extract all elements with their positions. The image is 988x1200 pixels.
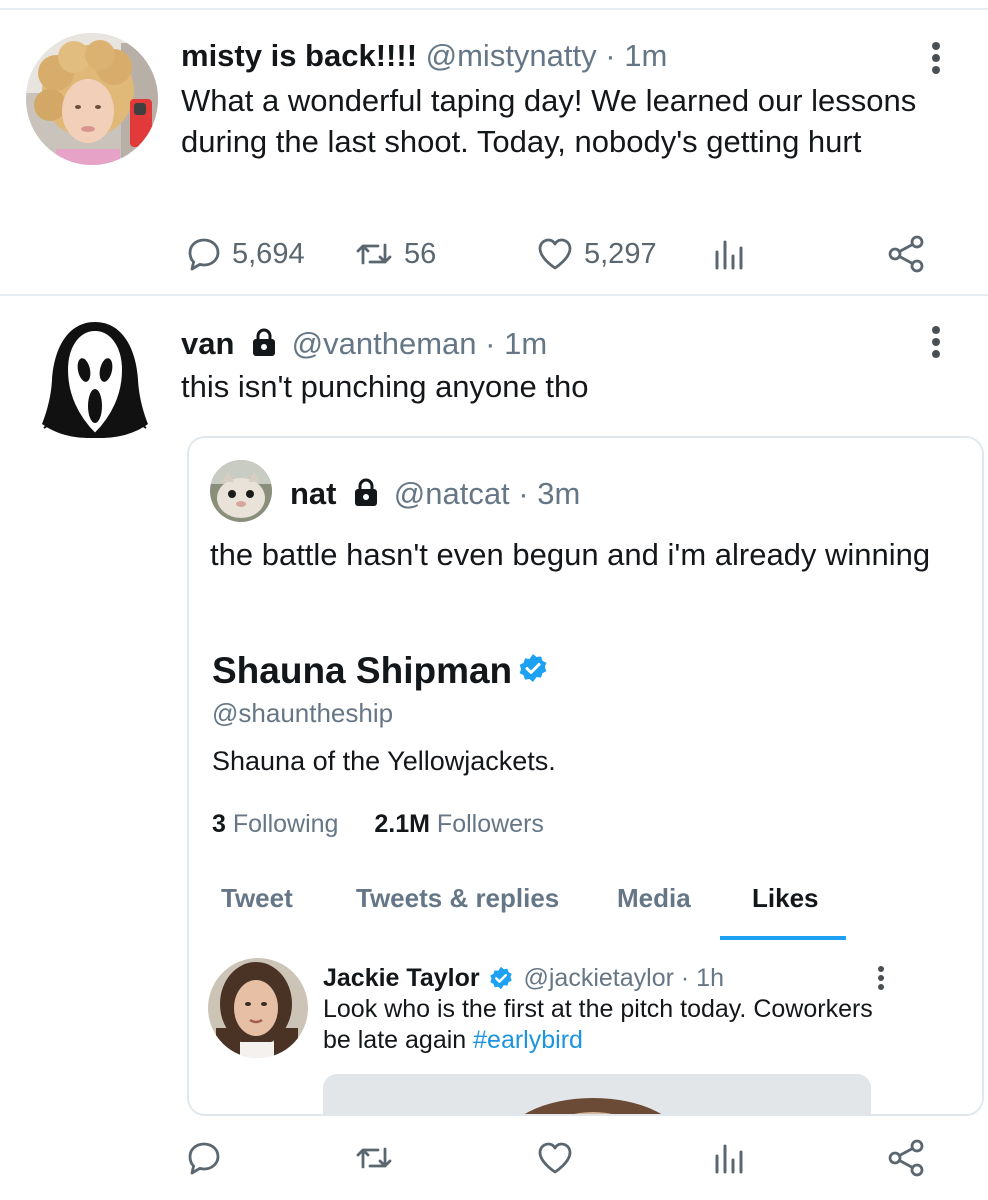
reply-button[interactable]: 5,694	[186, 232, 305, 276]
retweet-count: 56	[404, 237, 437, 270]
share-icon	[886, 1138, 926, 1178]
retweet-button[interactable]: 56	[354, 232, 436, 276]
tweet-text: What a wonderful taping day! We learned …	[181, 83, 917, 159]
retweet-button[interactable]	[354, 1136, 394, 1180]
avatar	[208, 958, 308, 1058]
liked-tweet-body: Look who is the first at the pitch today…	[323, 995, 873, 1054]
profile-bio: Shauna of the Yellowjackets.	[212, 746, 556, 776]
analytics-button[interactable]	[712, 1136, 746, 1180]
tweet-actions: 5,694 56 5,297	[0, 232, 988, 276]
timestamp[interactable]: 1m	[504, 326, 547, 361]
handle[interactable]: @vantheman	[292, 326, 477, 361]
profile-name: Shauna Shipman	[212, 650, 513, 691]
handle[interactable]: @natcat	[394, 476, 510, 511]
avatar[interactable]	[26, 33, 158, 165]
tweet[interactable]: van @vantheman · 1m this isn't punching …	[0, 296, 988, 1200]
tab-tweet: Tweet	[221, 883, 293, 913]
display-name[interactable]: nat	[290, 476, 337, 511]
following-count: 3	[212, 810, 226, 838]
share-button[interactable]	[886, 232, 926, 276]
share-button[interactable]	[886, 1136, 926, 1180]
heart-icon	[536, 1140, 574, 1176]
analytics-button[interactable]	[712, 232, 746, 276]
more-options-icon[interactable]	[930, 42, 942, 78]
tweet-header: misty is back!!!! @mistynatty · 1m	[181, 36, 667, 76]
retweet-icon	[354, 1140, 394, 1176]
display-name[interactable]: misty is back!!!!	[181, 38, 417, 73]
like-button[interactable]	[536, 1136, 574, 1180]
timestamp[interactable]: 3m	[537, 476, 580, 511]
quoted-tweet-text: the battle hasn't even begun and i'm alr…	[210, 537, 931, 572]
analytics-icon	[712, 1140, 746, 1176]
handle: @jackietaylor	[523, 964, 674, 992]
lock-icon	[351, 477, 381, 517]
handle[interactable]: @mistynatty	[426, 38, 597, 73]
tweet[interactable]: misty is back!!!! @mistynatty · 1m What …	[0, 10, 988, 294]
tweet-actions	[0, 1136, 988, 1180]
tab-likes: Likes	[752, 883, 819, 913]
verified-badge-icon	[518, 648, 548, 694]
tweet-header: van @vantheman · 1m	[181, 324, 547, 367]
avatar[interactable]	[40, 318, 150, 442]
quoted-tweet-card[interactable]: nat @natcat · 3m the battle hasn't even …	[187, 436, 984, 1116]
share-icon	[886, 234, 926, 274]
followers-label: Followers	[436, 810, 544, 838]
analytics-icon	[712, 236, 746, 272]
separator-dot: ·	[518, 476, 529, 511]
liked-tweet-text: Look who is the first at the pitch today…	[323, 994, 883, 1056]
media-preview	[323, 1074, 871, 1114]
separator-dot: ·	[680, 964, 690, 992]
profile-tabs: Tweet Tweets & replies Media Likes	[189, 878, 982, 942]
liked-tweet-header: Jackie Taylor @jackietaylor · 1h	[323, 962, 724, 998]
like-count: 5,297	[584, 237, 657, 270]
tab-tweets-replies: Tweets & replies	[356, 883, 560, 913]
timestamp: 1h	[696, 964, 724, 992]
profile-name-row: Shauna Shipman	[212, 648, 548, 694]
timestamp[interactable]: 1m	[624, 38, 667, 73]
following-label: Following	[232, 810, 339, 838]
retweet-icon	[354, 236, 394, 272]
reply-icon	[186, 236, 222, 272]
reply-button[interactable]	[186, 1136, 222, 1180]
hashtag-link: #earlybird	[473, 1026, 583, 1054]
reply-count: 5,694	[232, 237, 305, 270]
display-name: Jackie Taylor	[323, 964, 480, 992]
tweet-text: this isn't punching anyone tho	[181, 369, 589, 404]
tab-media: Media	[617, 883, 691, 913]
reply-icon	[186, 1140, 222, 1176]
like-button[interactable]: 5,297	[536, 232, 657, 276]
followers-count: 2.1M	[374, 810, 430, 838]
avatar[interactable]	[210, 460, 272, 522]
active-tab-indicator	[720, 936, 846, 940]
more-options-icon	[877, 966, 885, 993]
embedded-liked-tweet: Jackie Taylor @jackietaylor · 1h Look wh…	[189, 958, 982, 1114]
quoted-tweet-header: nat @natcat · 3m	[290, 474, 580, 517]
lock-icon	[249, 327, 279, 367]
separator-dot: ·	[605, 38, 616, 73]
separator-dot: ·	[485, 326, 496, 361]
profile-stats: 3 Following 2.1M Followers	[212, 810, 544, 839]
display-name[interactable]: van	[181, 326, 234, 361]
more-options-icon[interactable]	[930, 326, 942, 362]
profile-handle: @shauntheship	[212, 698, 394, 728]
heart-icon	[536, 236, 574, 272]
